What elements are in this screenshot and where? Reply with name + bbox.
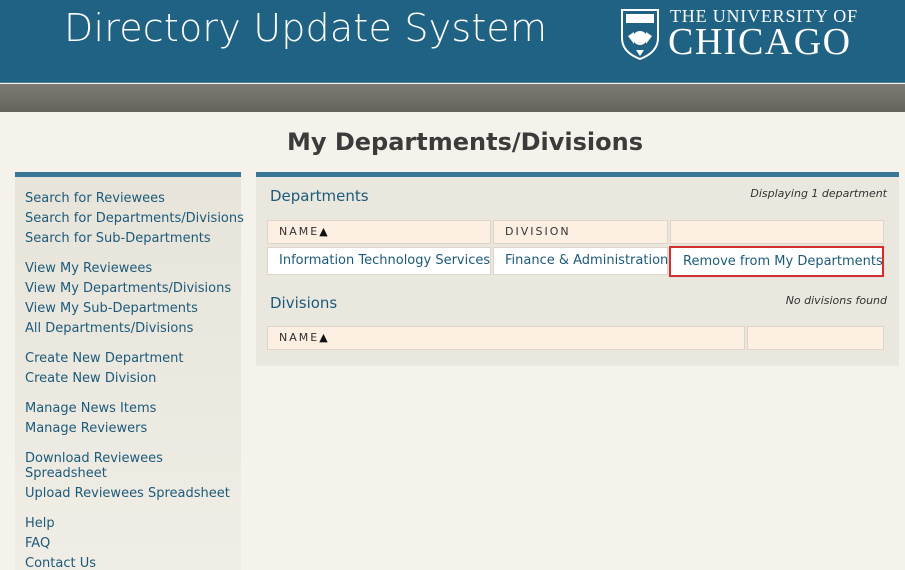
column-header-actions (670, 220, 884, 244)
sidebar-item-view-my-departments[interactable]: View My Departments/Divisions (15, 279, 231, 299)
site-header: Directory Update System THE UNIVERSITY O… (0, 0, 905, 83)
sidebar-item-all-departments[interactable]: All Departments/Divisions (15, 319, 231, 339)
column-header-name-label: NAME (279, 225, 320, 238)
sidebar-item-contact-us[interactable]: Contact Us (15, 554, 96, 570)
sidebar-item-create-division[interactable]: Create New Division (15, 369, 183, 389)
main-panel: Departments Displaying 1 department NAME… (256, 172, 899, 366)
sidebar-item-view-my-sub-departments[interactable]: View My Sub-Departments (15, 299, 231, 319)
sidebar-item-upload-spreadsheet[interactable]: Upload Reviewees Spreadsheet (15, 484, 230, 504)
sidebar-item-search-sub-departments[interactable]: Search for Sub-Departments (15, 229, 244, 249)
department-division: Finance & Administration (505, 253, 669, 268)
department-division-cell: Finance & Administration (493, 247, 668, 275)
sidebar-item-search-departments[interactable]: Search for Departments/Divisions (15, 209, 244, 229)
sort-asc-icon: ▲ (319, 225, 328, 238)
sidebar-item-view-my-reviewees[interactable]: View My Reviewees (15, 259, 231, 279)
sidebar-item-help[interactable]: Help (15, 514, 96, 534)
departments-count: Displaying 1 department (750, 187, 887, 200)
remove-from-my-departments-button[interactable]: Remove from My Departments (669, 246, 884, 277)
sidebar-item-manage-reviewers[interactable]: Manage Reviewers (15, 419, 156, 439)
sidebar-item-manage-news[interactable]: Manage News Items (15, 399, 156, 419)
sort-asc-icon: ▲ (319, 331, 328, 344)
column-header-name[interactable]: NAME▲ (267, 220, 491, 244)
divisions-heading: Divisions (270, 294, 338, 312)
department-name-cell[interactable]: Information Technology Services (267, 247, 491, 275)
division-column-header-actions (747, 326, 884, 350)
sidebar-item-download-spreadsheet[interactable]: Download Reviewees Spreadsheet (15, 449, 215, 484)
divisions-count: No divisions found (785, 294, 887, 307)
column-header-division-label: DIVISION (505, 225, 571, 238)
university-shield-icon (621, 9, 659, 60)
column-header-division[interactable]: DIVISION (493, 220, 668, 244)
sidebar-nav: Search for Reviewees Search for Departme… (15, 172, 244, 570)
department-name[interactable]: Information Technology Services (279, 253, 490, 268)
departments-heading: Departments (270, 187, 369, 205)
sidebar-item-faq[interactable]: FAQ (15, 534, 96, 554)
sidebar-item-search-reviewees[interactable]: Search for Reviewees (15, 189, 244, 209)
division-column-header-name[interactable]: NAME▲ (267, 326, 745, 350)
logo-line2: CHICAGO (668, 21, 852, 63)
sidebar-item-create-department[interactable]: Create New Department (15, 349, 183, 369)
page-title: My Departments/Divisions (286, 128, 644, 156)
division-column-header-name-label: NAME (279, 331, 320, 344)
university-logo[interactable]: THE UNIVERSITY OF CHICAGO (620, 6, 880, 66)
header-band (0, 84, 905, 112)
app-title[interactable]: Directory Update System (64, 6, 547, 50)
